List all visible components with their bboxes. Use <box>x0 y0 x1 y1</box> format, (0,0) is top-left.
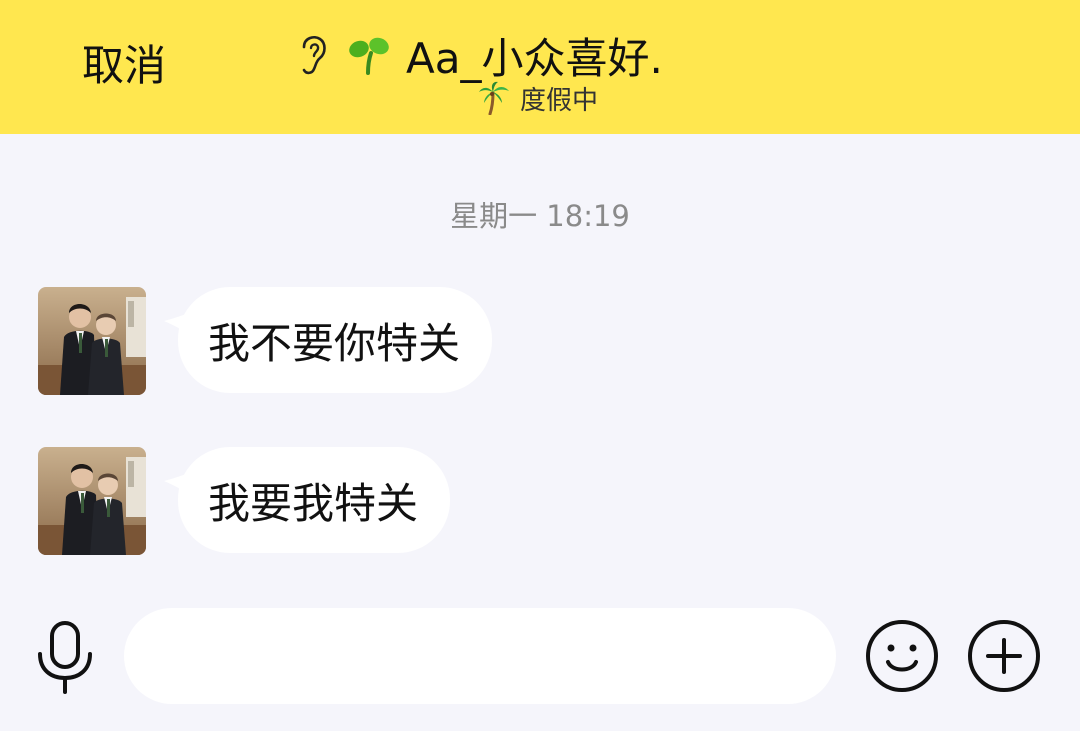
message-bubble[interactable]: 我不要你特关 <box>164 287 493 393</box>
status-text: 度假中 <box>520 85 599 116</box>
bubble-tail <box>164 471 194 497</box>
avatar-photo <box>38 447 146 555</box>
bubble-tail <box>164 311 194 337</box>
avatar-photo <box>38 287 146 395</box>
message-text: 我要我特关 <box>178 447 451 553</box>
sprout-icon <box>349 37 389 75</box>
avatar[interactable] <box>38 287 146 395</box>
microphone-icon[interactable] <box>34 620 96 694</box>
message-row: 我要我特关 <box>38 447 451 555</box>
message-input[interactable] <box>124 608 836 704</box>
input-bar <box>0 600 1080 731</box>
message-bubble[interactable]: 我要我特关 <box>164 447 451 553</box>
chat-title-row[interactable]: Aa_小众喜好. <box>296 30 663 83</box>
chat-header: 取消 Aa_小众喜好. 度假中 <box>0 0 1080 134</box>
ear-icon <box>302 35 326 75</box>
plus-icon[interactable] <box>966 618 1042 694</box>
palm-tree-icon <box>479 81 509 115</box>
avatar[interactable] <box>38 447 146 555</box>
emoji-icon[interactable] <box>864 618 940 694</box>
chat-timestamp: 星期一 18:19 <box>450 199 630 233</box>
cancel-button[interactable]: 取消 <box>82 40 166 92</box>
status-row: 度假中 <box>478 80 598 116</box>
chat-title: Aa_小众喜好. <box>406 33 663 83</box>
message-row: 我不要你特关 <box>38 287 493 395</box>
message-text: 我不要你特关 <box>178 287 493 393</box>
